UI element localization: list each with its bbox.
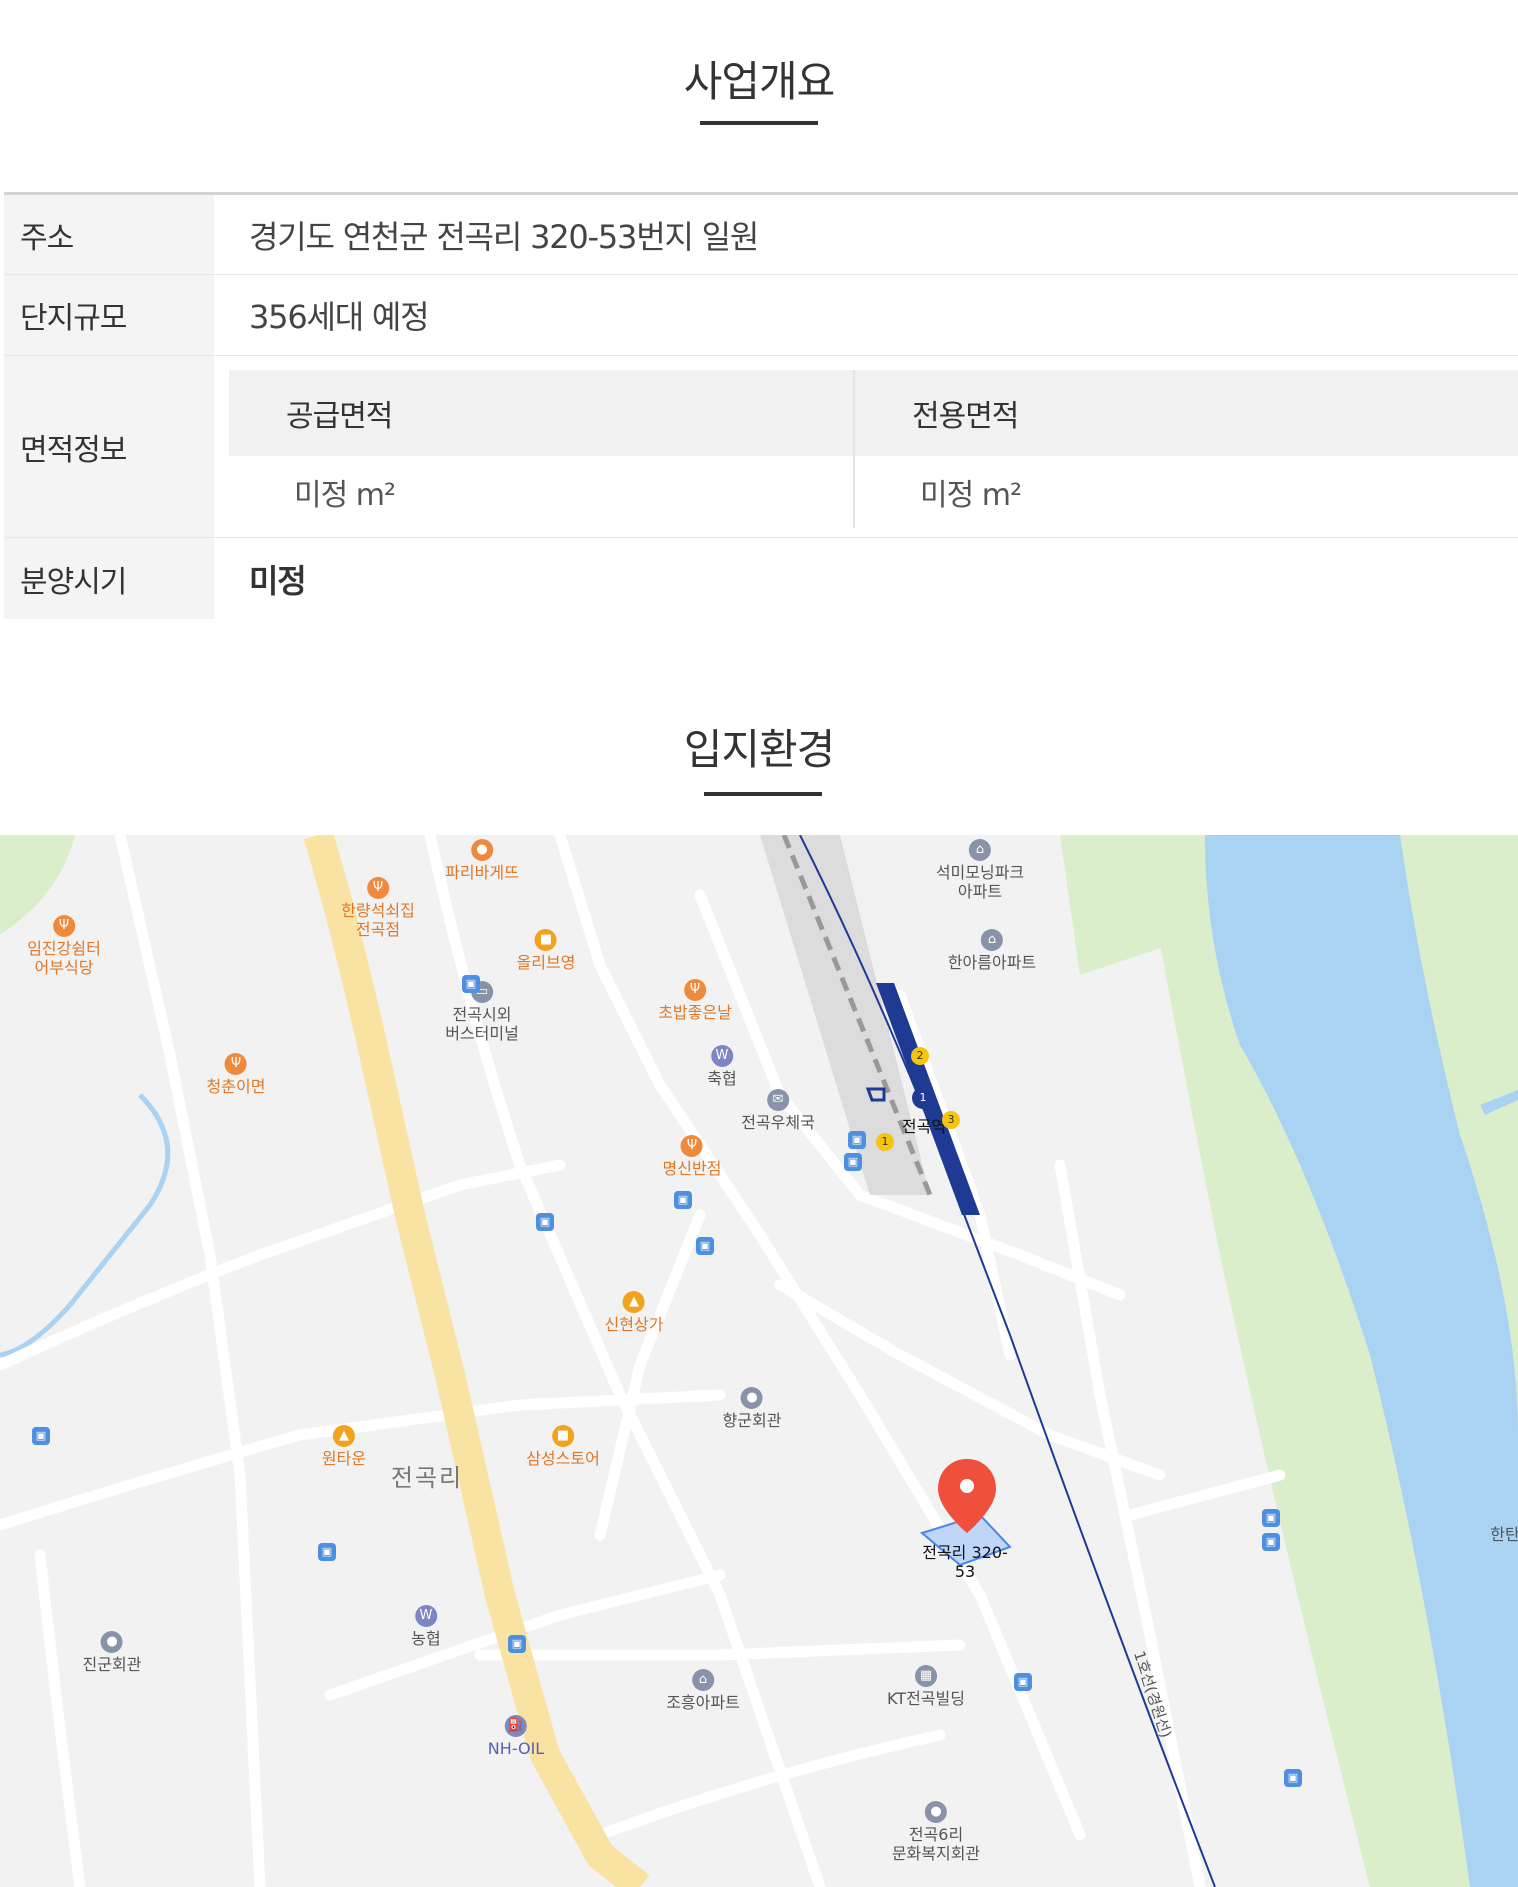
- supply-area-column: 공급면적 미정 m²: [229, 370, 853, 528]
- bus-stop-icon[interactable]: ▣: [462, 975, 480, 993]
- poi-myeongsin[interactable]: Ψ 명신반점: [663, 1135, 721, 1178]
- map-canvas: [0, 835, 1518, 1887]
- overview-title-underline: [700, 121, 818, 125]
- location-map[interactable]: 전곡리 320- 53 전곡역 1 2 1 3 1호선(경원선) 전곡리 한탄 …: [0, 835, 1518, 1887]
- poi-samsung[interactable]: ■ 삼성스토어: [526, 1425, 600, 1468]
- bus-stop-icon[interactable]: ▣: [318, 1543, 336, 1561]
- shop-icon: ■: [551, 1425, 574, 1447]
- poi-chobap[interactable]: Ψ 초밥좋은날: [658, 979, 732, 1022]
- poi-hanyang[interactable]: Ψ 한량석쇠집 전곡점: [341, 877, 415, 939]
- hall-icon: ●: [924, 1801, 947, 1823]
- hall-icon: ●: [100, 1631, 123, 1653]
- bus-stop-icon[interactable]: ▣: [32, 1427, 50, 1445]
- bus-stop-icon[interactable]: ▣: [848, 1131, 866, 1149]
- overview-row-area: 면적정보 공급면적 미정 m² 전용면적 미정 m²: [4, 356, 1518, 538]
- gas-station-icon: ⛽: [504, 1715, 527, 1737]
- bus-stop-icon[interactable]: ▣: [508, 1635, 526, 1653]
- overview-row-sale: 분양시기 미정: [4, 538, 1518, 619]
- poi-joheung[interactable]: ⌂ 조흥아파트: [666, 1669, 740, 1712]
- exit-1-icon: 1: [876, 1133, 894, 1151]
- restaurant-icon: Ψ: [224, 1053, 247, 1075]
- poi-wontaun[interactable]: ▲ 원타운: [322, 1425, 366, 1468]
- bus-stop-icon[interactable]: ▣: [1014, 1673, 1032, 1691]
- bus-stop-icon[interactable]: ▣: [844, 1153, 862, 1171]
- poi-paris[interactable]: ● 파리바게뜨: [445, 839, 519, 882]
- poi-nonghyup-1[interactable]: W 축협: [707, 1045, 737, 1088]
- poi-hanareum[interactable]: ⌂ 한아름아파트: [948, 929, 1036, 972]
- supply-area-label: 공급면적: [229, 370, 853, 456]
- restaurant-icon: Ψ: [683, 979, 706, 1001]
- apartment-icon: ⌂: [980, 929, 1003, 951]
- site-label-line1: 전곡리 320-: [922, 1543, 1008, 1562]
- poi-cheongchun[interactable]: Ψ 청춘이면: [207, 1053, 265, 1096]
- poi-welfare[interactable]: ● 전곡6리 문화복지회관: [892, 1801, 980, 1863]
- supply-area-value: 미정 m²: [294, 478, 396, 513]
- bus-stop-icon[interactable]: ▣: [674, 1191, 692, 1209]
- shopping-icon: ▲: [332, 1425, 355, 1447]
- bus-stop-icon[interactable]: ▣: [536, 1213, 554, 1231]
- address-value: 경기도 연천군 전곡리 320-53번지 일원: [249, 217, 759, 256]
- poi-hyanggun[interactable]: ● 향군회관: [723, 1387, 781, 1430]
- sale-value: 미정: [249, 561, 307, 600]
- shopping-icon: ▲: [622, 1291, 645, 1313]
- overview-table: 주소 경기도 연천군 전곡리 320-53번지 일원 단지규모 356세대 예정…: [4, 192, 1518, 619]
- poi-nhoil[interactable]: ⛽ NH-OIL: [488, 1715, 544, 1758]
- location-title: 입지환경: [683, 725, 836, 774]
- poi-jingun[interactable]: ● 진군회관: [83, 1631, 141, 1674]
- site-marker-icon[interactable]: [938, 1459, 996, 1533]
- poi-sinhyeon[interactable]: ▲ 신현상가: [605, 1291, 663, 1334]
- site-marker-label: 전곡리 320- 53: [922, 1543, 1008, 1581]
- restaurant-icon: Ψ: [680, 1135, 703, 1157]
- overview-title: 사업개요: [683, 57, 836, 106]
- apartment-icon: ⌂: [968, 839, 991, 861]
- exit-3-icon: 3: [942, 1111, 960, 1129]
- area-info-table: 공급면적 미정 m² 전용면적 미정 m²: [229, 370, 1518, 528]
- address-label: 주소: [4, 195, 214, 274]
- bus-stop-icon[interactable]: ▣: [1262, 1533, 1280, 1551]
- exit-2-icon: 2: [911, 1047, 929, 1065]
- restaurant-icon: Ψ: [52, 915, 75, 937]
- exclusive-area-label: 전용면적: [855, 370, 1518, 456]
- area-label: 면적정보: [4, 356, 214, 537]
- bus-stop-icon[interactable]: ▣: [1262, 1509, 1280, 1527]
- area-name-label: 전곡리: [390, 1464, 464, 1492]
- apartment-icon: ⌂: [691, 1669, 714, 1691]
- sale-label: 분양시기: [4, 538, 214, 619]
- bakery-icon: ●: [470, 839, 493, 861]
- post-office-icon: ✉: [766, 1089, 789, 1111]
- poi-bus-terminal[interactable]: ▭ 전곡시외 버스터미널: [445, 981, 519, 1043]
- overview-row-scale: 단지규모 356세대 예정: [4, 275, 1518, 356]
- poi-seokmi[interactable]: ⌂ 석미모닝파크 아파트: [936, 839, 1024, 901]
- hall-icon: ●: [740, 1387, 763, 1409]
- scale-value: 356세대 예정: [249, 298, 430, 336]
- exclusive-area-value: 미정 m²: [920, 478, 1022, 513]
- stream: [0, 1093, 171, 1358]
- bus-stop-icon[interactable]: ▣: [1284, 1769, 1302, 1787]
- building-icon: ▦: [915, 1665, 937, 1687]
- map-edge-label: 한탄: [1490, 1525, 1518, 1544]
- restaurant-icon: Ψ: [366, 877, 389, 899]
- location-title-underline: [704, 792, 822, 796]
- poi-kt[interactable]: ▦ KT전곡빌딩: [887, 1665, 965, 1708]
- bus-stop-icon[interactable]: ▣: [696, 1237, 714, 1255]
- poi-nonghyup-2[interactable]: W 농협: [411, 1605, 441, 1648]
- poi-imjin[interactable]: Ψ 임진강쉼터 어부식당: [27, 915, 101, 977]
- poi-post-office[interactable]: ✉ 전곡우체국: [741, 1089, 815, 1132]
- station-label[interactable]: 전곡역: [902, 1117, 946, 1136]
- bank-icon: W: [414, 1605, 437, 1627]
- overview-row-address: 주소 경기도 연천군 전곡리 320-53번지 일원: [4, 195, 1518, 275]
- bank-icon: W: [710, 1045, 733, 1067]
- exclusive-area-column: 전용면적 미정 m²: [855, 370, 1518, 528]
- station-exit-1-icon: 1: [912, 1087, 934, 1109]
- poi-olive[interactable]: ■ 올리브영: [517, 929, 575, 972]
- scale-label: 단지규모: [4, 275, 214, 355]
- site-label-line2: 53: [954, 1562, 976, 1581]
- shop-icon: ■: [534, 929, 557, 951]
